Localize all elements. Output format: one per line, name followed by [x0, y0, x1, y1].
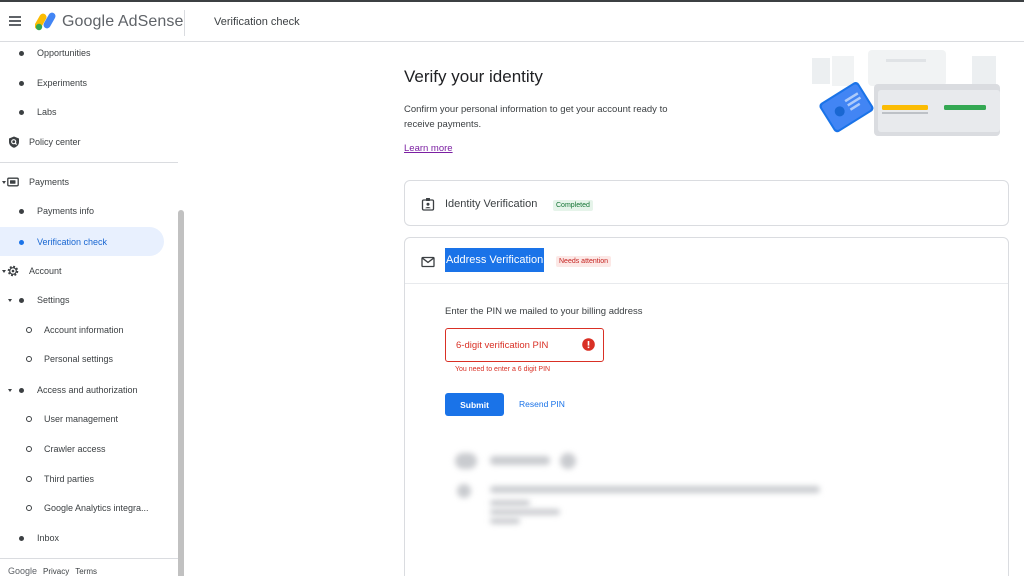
sidebar-footer: Google Privacy Terms: [8, 566, 97, 576]
resend-pin-link[interactable]: Resend PIN: [519, 399, 565, 409]
pin-error-message: You need to enter a 6 digit PIN: [455, 366, 551, 373]
bullet-icon: [19, 110, 24, 115]
bullet-icon: [19, 209, 24, 214]
sidebar-item-account-information[interactable]: Account information: [0, 316, 170, 344]
sidebar-item-user-management[interactable]: User management: [0, 405, 170, 433]
status-badge-needs-attention: Needs attention: [556, 256, 612, 267]
expand-caret-icon: [2, 181, 6, 184]
address-verification-header[interactable]: Address Verification Needs attention: [405, 238, 1008, 284]
submit-button[interactable]: Submit: [445, 393, 504, 416]
policy-shield-icon: [9, 136, 19, 148]
blurred-content: [490, 456, 550, 465]
sub-bullet-icon: [26, 356, 32, 362]
sub-bullet-icon: [26, 327, 32, 333]
verification-illustration: [812, 50, 1000, 136]
sidebar-item-inbox[interactable]: Inbox: [0, 524, 170, 552]
sidebar-item-settings[interactable]: Settings: [0, 286, 170, 314]
error-icon: [582, 338, 595, 351]
mail-icon: [421, 256, 435, 268]
bullet-icon: [19, 536, 24, 541]
sidebar-item-labs[interactable]: Labs: [0, 98, 170, 126]
expand-caret-icon: [2, 270, 6, 273]
sidebar-item-personal-settings[interactable]: Personal settings: [0, 345, 170, 373]
sidebar-item-verification-check[interactable]: Verification check: [0, 228, 164, 256]
identity-verification-title: Identity Verification: [445, 198, 538, 210]
status-badge-completed: Completed: [553, 200, 593, 211]
blurred-content: [490, 509, 560, 515]
sidebar-item-experiments[interactable]: Experiments: [0, 69, 170, 97]
page-heading: Verify your identity: [404, 67, 543, 86]
privacy-link[interactable]: Privacy: [43, 567, 69, 576]
google-footer-logo: Google: [8, 566, 38, 576]
address-verification-title: Address Verification: [445, 248, 545, 272]
sub-bullet-icon: [26, 416, 32, 422]
bullet-icon: [19, 240, 24, 245]
pin-input[interactable]: [445, 328, 604, 362]
bullet-icon: [19, 298, 24, 303]
expand-caret-icon: [8, 299, 12, 302]
bullet-icon: [19, 81, 24, 86]
menu-icon[interactable]: [7, 12, 25, 30]
address-verification-card: Address Verification Needs attention Ent…: [404, 237, 1009, 576]
blurred-content: [490, 500, 530, 506]
sidebar: Opportunities Experiments Labs Policy ce…: [0, 42, 185, 576]
gear-icon: [7, 265, 19, 277]
identity-verification-card[interactable]: Identity Verification Completed: [404, 180, 1009, 226]
sub-bullet-icon: [26, 446, 32, 452]
expand-caret-icon: [8, 389, 12, 392]
sidebar-item-opportunities[interactable]: Opportunities: [0, 39, 170, 67]
header-divider: [184, 10, 185, 36]
sidebar-item-account[interactable]: Account: [0, 257, 170, 285]
sidebar-item-third-parties[interactable]: Third parties: [0, 465, 170, 493]
sidebar-item-payments-info[interactable]: Payments info: [0, 197, 170, 225]
sidebar-item-crawler-access[interactable]: Crawler access: [0, 435, 170, 463]
sidebar-divider: [0, 162, 178, 163]
learn-more-link[interactable]: Learn more: [404, 143, 453, 154]
sub-bullet-icon: [26, 505, 32, 511]
blurred-content: [490, 486, 820, 493]
top-app-bar: Google AdSense Verification check: [0, 0, 1024, 42]
sub-bullet-icon: [26, 476, 32, 482]
payments-icon: [7, 177, 19, 187]
blurred-content: [455, 453, 477, 469]
sidebar-footer-divider: [0, 558, 184, 559]
identity-verification-header[interactable]: Identity Verification Completed: [405, 181, 1008, 227]
adsense-logo-icon: [35, 12, 56, 31]
brand-name: Google AdSense: [62, 13, 184, 30]
bullet-icon: [19, 51, 24, 56]
sidebar-item-payments[interactable]: Payments: [0, 168, 170, 196]
sidebar-item-google-analytics-integration[interactable]: Google Analytics integra...: [0, 494, 170, 522]
pin-instruction: Enter the PIN we mailed to your billing …: [445, 306, 643, 317]
sidebar-scrollbar[interactable]: [178, 210, 184, 576]
page-description: Confirm your personal information to get…: [404, 104, 668, 130]
terms-link[interactable]: Terms: [75, 567, 97, 576]
sidebar-item-access-and-authorization[interactable]: Access and authorization: [0, 376, 170, 404]
blurred-content: [560, 453, 576, 469]
bullet-icon: [19, 388, 24, 393]
id-badge-icon: [421, 198, 435, 211]
page-title: Verification check: [214, 16, 300, 28]
blurred-content: [457, 484, 471, 498]
blurred-content: [490, 518, 520, 524]
sidebar-item-policy-center[interactable]: Policy center: [0, 128, 170, 156]
